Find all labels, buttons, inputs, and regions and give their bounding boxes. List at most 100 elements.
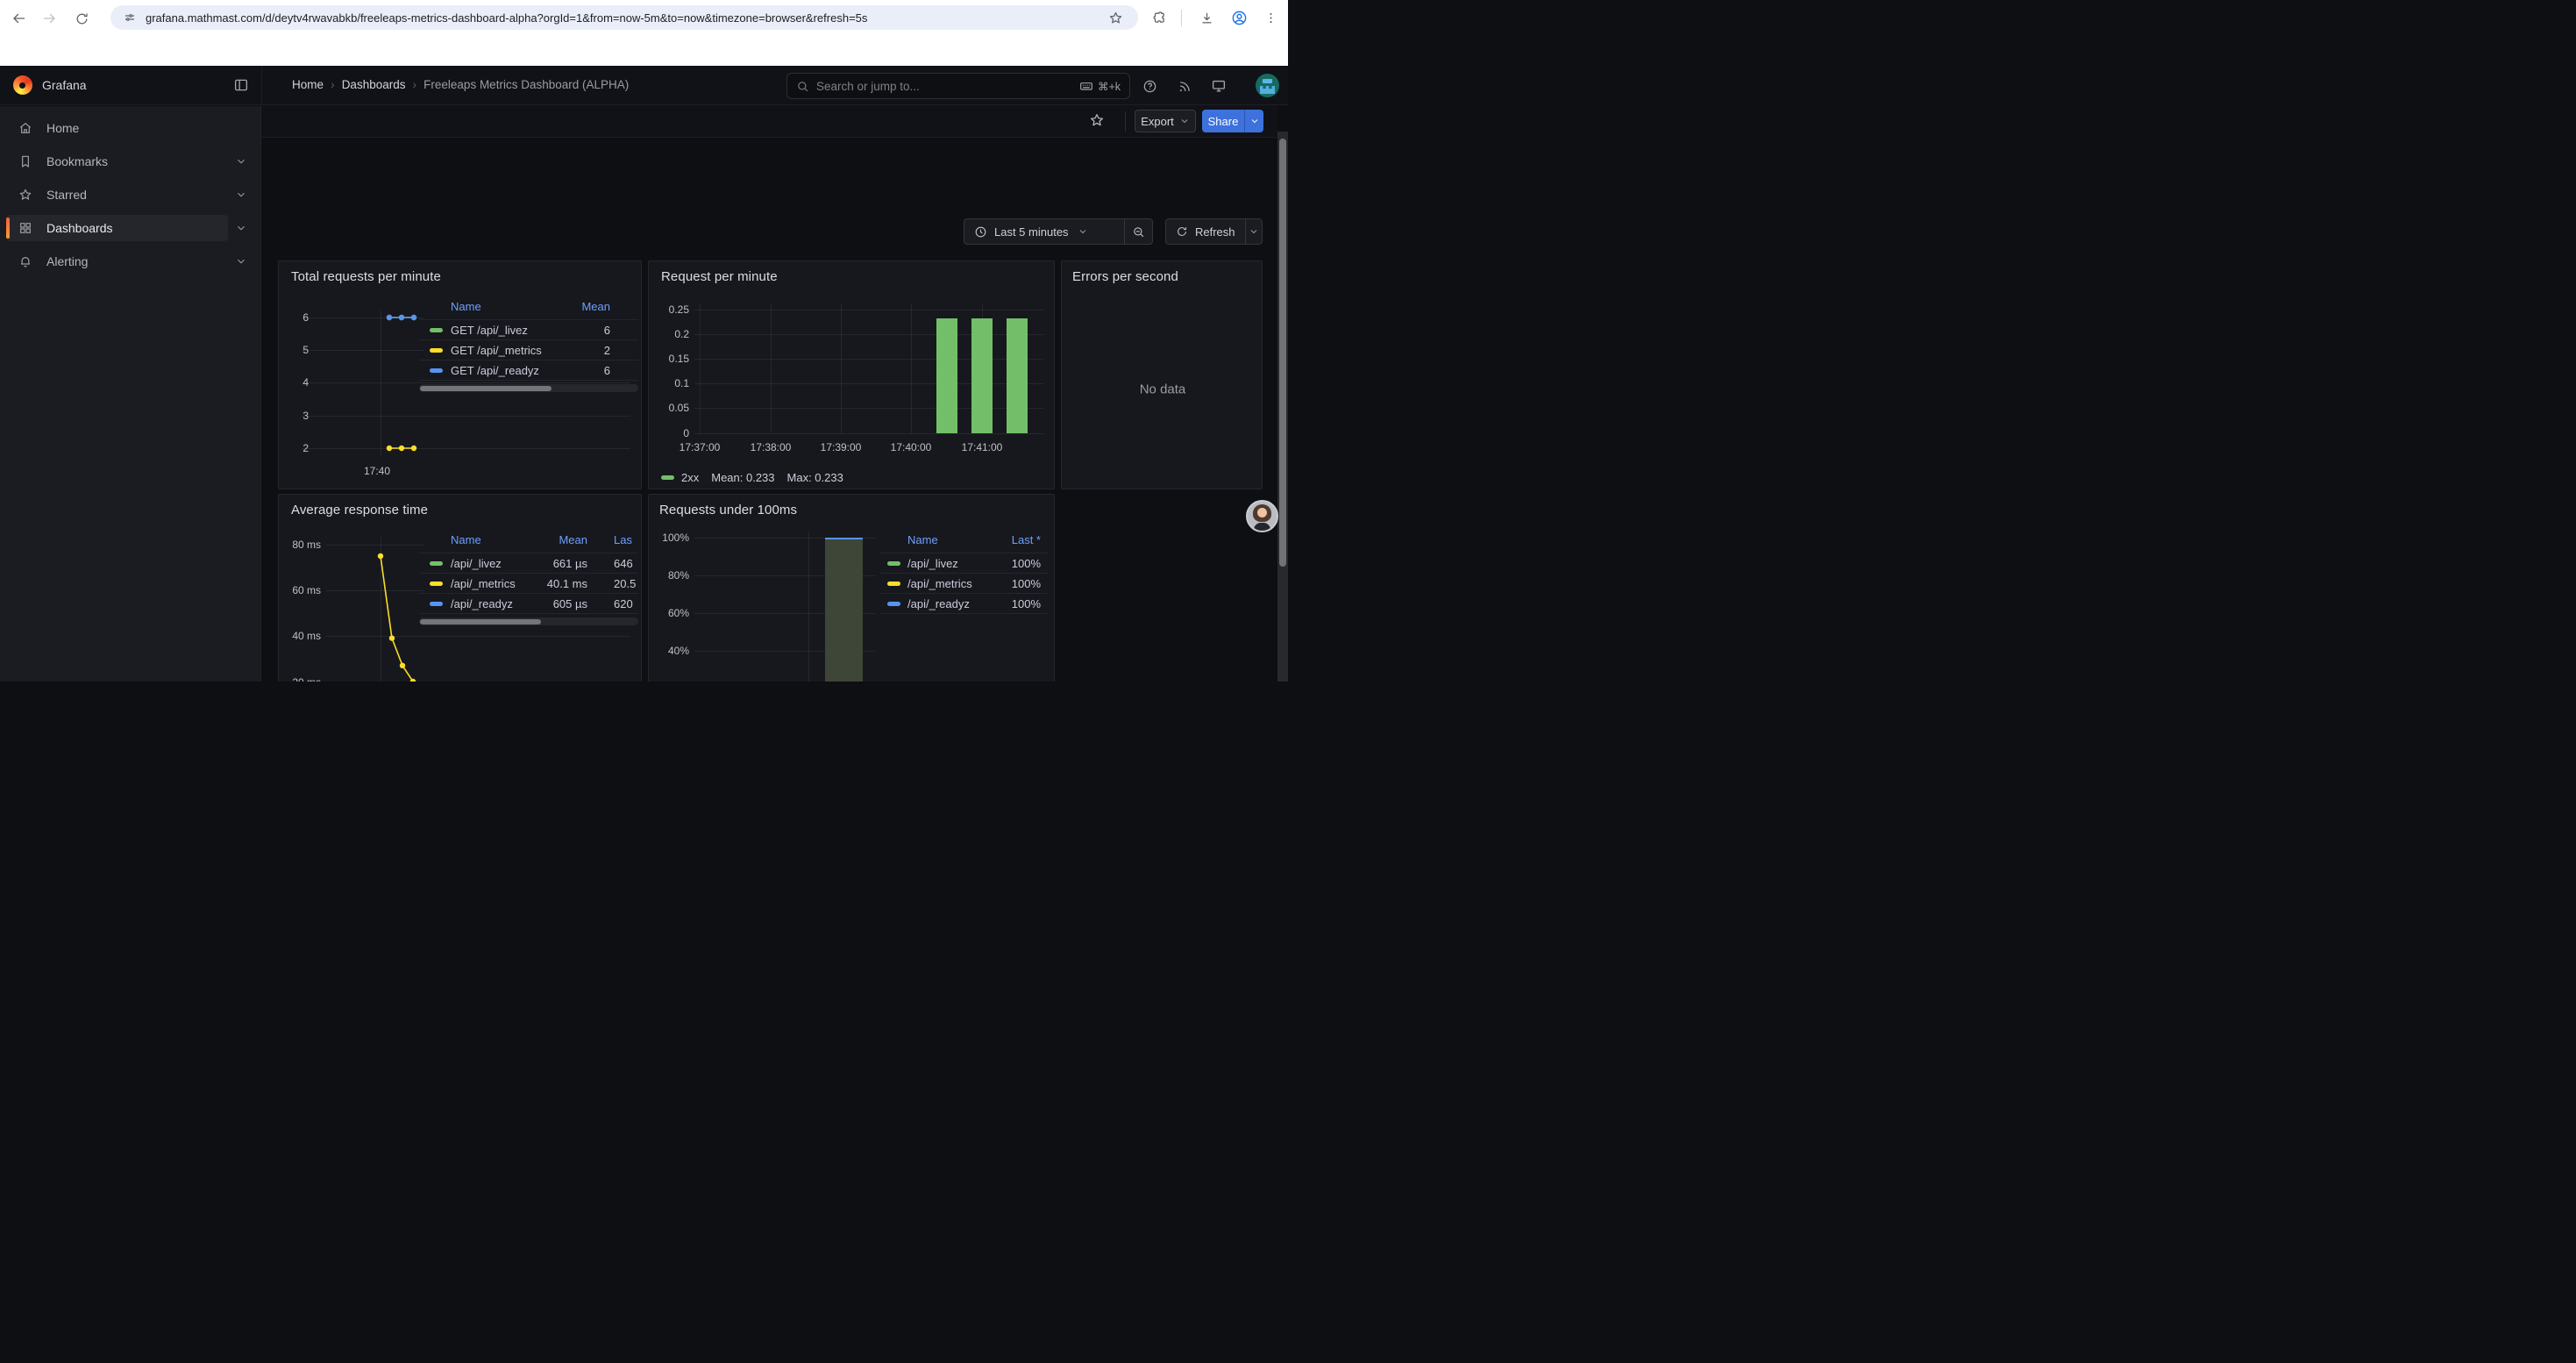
grafana-header: Grafana Home›Dashboards›Freeleaps Metric… [0, 66, 1288, 105]
series-value: 100% [1012, 557, 1041, 570]
x-axis-tick: 17:37:00 [680, 441, 721, 453]
time-range-group: Last 5 minutes [964, 218, 1153, 245]
series-name: /api/_livez [451, 557, 502, 570]
url-text: grafana.mathmast.com/d/deytv4rwavabkb/fr… [146, 11, 867, 25]
legend-row[interactable]: /api/_metrics100% [880, 573, 1048, 593]
profile-icon[interactable] [1228, 6, 1250, 29]
gridline [808, 532, 809, 682]
share-button[interactable]: Share [1202, 110, 1244, 132]
panel-title: Requests under 100ms [659, 503, 797, 517]
clock-icon [974, 225, 987, 239]
panel-request-per-minute[interactable]: Request per minute 0.250.20.150.10.05017… [648, 260, 1055, 489]
zoom-out-button[interactable] [1125, 225, 1152, 239]
refresh-button[interactable]: Refresh [1166, 225, 1245, 239]
search-input[interactable]: Search or jump to... ⌘+k [786, 73, 1130, 99]
favorite-star-icon[interactable] [1089, 112, 1105, 128]
time-range-picker[interactable]: Last 5 minutes [964, 225, 1124, 239]
help-icon[interactable] [1136, 73, 1163, 99]
legend-header[interactable]: Mean [581, 300, 610, 313]
sidebar: Home Bookmarks Starred Dashboards Alerting [0, 106, 261, 682]
back-button[interactable] [7, 6, 32, 31]
reload-button[interactable] [69, 6, 94, 31]
legend-row[interactable]: /api/_livez100% [880, 553, 1048, 573]
panel-legend: NameMeanLas/api/_livez661 µs646/api/_met… [419, 495, 638, 682]
bookmark-star-icon[interactable] [1104, 6, 1127, 29]
legend-header[interactable]: Mean [559, 533, 587, 546]
legend-row[interactable]: /api/_livez661 µs646 [419, 553, 638, 573]
legend-header[interactable]: Name [907, 533, 938, 546]
series-value: 6 [604, 364, 610, 377]
chevron-down-icon[interactable] [235, 255, 247, 268]
legend-header[interactable]: Las [614, 533, 632, 546]
news-rss-icon[interactable] [1171, 73, 1198, 99]
legend-row[interactable]: GET /api/_metrics2 [419, 339, 638, 360]
bookmarks-bar: Freeleaps 收藏博客 [0, 35, 1288, 66]
scrollbar-thumb[interactable] [1279, 139, 1286, 567]
search-shortcut: ⌘+k [1098, 80, 1121, 93]
panel-avg-response-time[interactable]: Average response time 80 ms60 ms40 ms20 … [278, 494, 642, 682]
series-name: GET /api/_readyz [451, 364, 539, 377]
sidebar-item-label: Bookmarks [46, 154, 108, 168]
url-bar[interactable]: grafana.mathmast.com/d/deytv4rwavabkb/fr… [110, 5, 1138, 30]
chevron-down-icon[interactable] [235, 222, 247, 234]
sidebar-toggle-icon[interactable] [233, 77, 249, 93]
breadcrumb-separator: › [405, 77, 423, 91]
keyboard-icon [1079, 79, 1093, 93]
header-divider [261, 66, 262, 105]
series-name: /api/_metrics [907, 577, 972, 590]
legend-header[interactable]: Name [451, 533, 481, 546]
breadcrumb-item[interactable]: Dashboards [342, 78, 406, 91]
legend-header[interactable]: Name [451, 300, 481, 313]
x-axis-tick: 17:38:00 [751, 441, 792, 453]
legend-scrollbar[interactable] [419, 617, 638, 625]
grafana-logo-icon[interactable] [13, 75, 32, 95]
series-name: /api/_readyz [907, 597, 970, 610]
series-color-pill [430, 561, 443, 566]
star-icon [18, 188, 32, 202]
legend-row[interactable]: /api/_readyz605 µs620 [419, 593, 638, 613]
legend-scrollbar[interactable] [419, 384, 638, 392]
series-value: 661 µs [553, 557, 587, 570]
panel-errors-per-second[interactable]: Errors per second No data [1061, 260, 1263, 489]
extensions-icon[interactable] [1148, 6, 1171, 29]
y-axis-tick: 0.15 [669, 353, 689, 365]
y-axis-tick: 100% [662, 532, 689, 544]
legend-row[interactable]: GET /api/_readyz 6 [419, 360, 638, 380]
series-name: GET /api/_metrics [451, 344, 542, 357]
panel-legend[interactable]: 2xx Mean: 0.233 Max: 0.233 [661, 471, 843, 484]
floating-assistant-avatar[interactable] [1246, 500, 1278, 532]
series-name: GET /api/_livez [451, 324, 528, 337]
panel-under-100ms[interactable]: Requests under 100ms 100%80%60%40%20%0%1… [648, 494, 1055, 682]
refresh-interval-button[interactable] [1245, 226, 1262, 237]
chevron-down-icon[interactable] [235, 155, 247, 168]
forward-button[interactable] [37, 6, 61, 31]
sidebar-item-dashboards[interactable]: Dashboards [6, 215, 228, 241]
screen-share-icon[interactable] [1206, 73, 1232, 99]
export-button[interactable]: Export [1135, 110, 1196, 132]
y-axis-tick: 40% [668, 645, 689, 657]
legend-row[interactable]: /api/_readyz 100% [880, 593, 1048, 613]
share-menu-button[interactable] [1245, 110, 1263, 132]
chevron-down-icon[interactable] [235, 189, 247, 201]
sidebar-item-bookmarks[interactable]: Bookmarks [6, 148, 228, 175]
browser-menu-icon[interactable] [1259, 6, 1282, 29]
page-scrollbar[interactable] [1277, 132, 1288, 682]
sidebar-item-home[interactable]: Home [6, 115, 228, 141]
share-button-group: Share [1202, 110, 1263, 132]
sidebar-item-alerting[interactable]: Alerting [6, 248, 228, 275]
downloads-icon[interactable] [1195, 6, 1218, 29]
legend-header[interactable]: Last * [1012, 533, 1041, 546]
no-data-message: No data [1140, 382, 1186, 397]
site-settings-icon[interactable] [123, 11, 137, 25]
sidebar-item-starred[interactable]: Starred [6, 182, 228, 208]
legend-row[interactable]: /api/_metrics40.1 ms20.5 r [419, 573, 638, 593]
panel-total-requests[interactable]: Total requests per minute 6543217:40 Nam… [278, 260, 642, 489]
series-value: 100% [1012, 597, 1041, 610]
breadcrumb: Home›Dashboards›Freeleaps Metrics Dashbo… [292, 77, 629, 91]
y-axis-tick: 0.2 [674, 328, 689, 340]
breadcrumb-item[interactable]: Home [292, 78, 324, 91]
dashboard-canvas: Last 5 minutes Refresh [262, 139, 1277, 682]
legend-row[interactable]: GET /api/_livez6 [419, 319, 638, 339]
panel-legend: NameLast */api/_livez100%/api/_metrics10… [880, 495, 1048, 682]
user-avatar[interactable] [1256, 74, 1279, 97]
